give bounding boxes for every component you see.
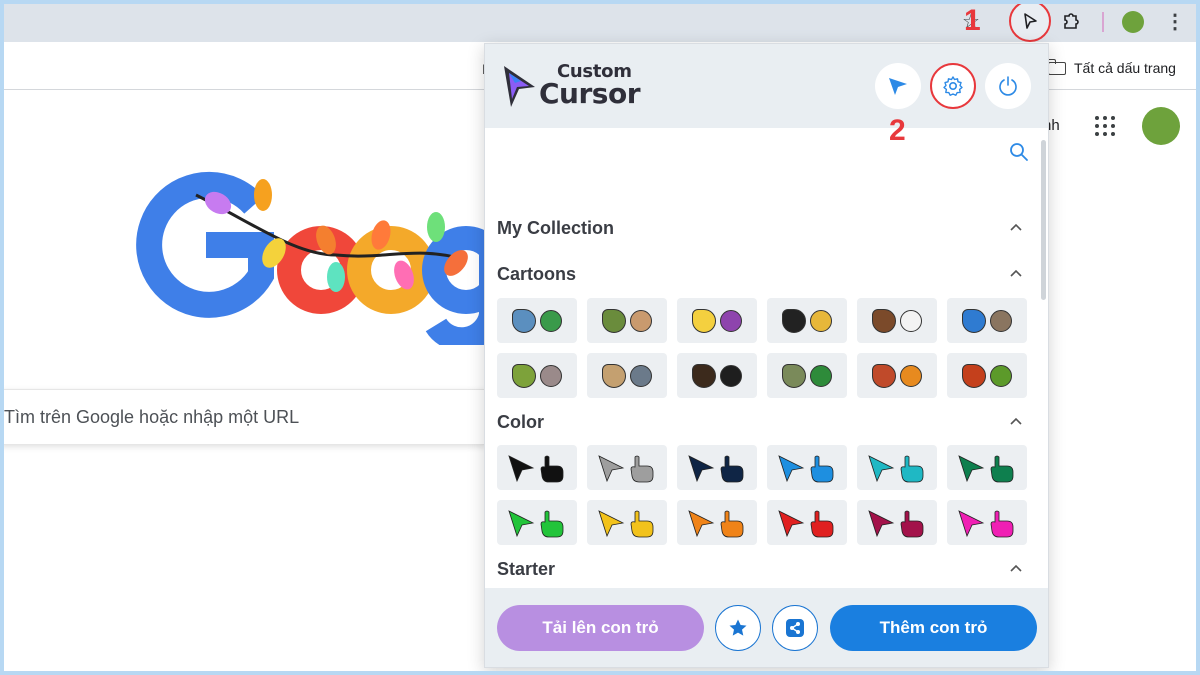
cartoon-cursor-tile[interactable] [587,353,667,398]
power-button[interactable] [985,63,1031,109]
cartoon-character-icon [782,308,806,333]
section-title-my-collection: My Collection [497,218,615,238]
color-cursor-tile[interactable] [587,445,667,490]
cartoon-character-icon [692,308,716,333]
cartoon-character-icon [900,364,922,387]
color-cursor-tile[interactable] [767,500,847,545]
color-grid [497,445,1027,545]
cartoon-cursor-tile[interactable] [947,353,1027,398]
upload-cursor-button[interactable]: Tải lên con trỏ [497,605,704,651]
cartoon-cursor-tile[interactable] [497,298,577,343]
cartoon-character-icon [512,363,536,388]
cartoon-character-icon [810,309,832,332]
cartoon-character-icon [540,309,562,332]
chevron-up-icon[interactable] [1009,414,1023,428]
cartoon-character-icon [720,309,742,332]
cartoon-character-icon [810,364,832,387]
google-apps-icon[interactable] [1095,116,1115,136]
custom-cursor-extension-button[interactable] [1009,0,1051,42]
cartoon-cursor-tile[interactable] [497,353,577,398]
step-number-1: 1 [964,4,981,37]
power-icon [999,76,1017,96]
cartoon-character-icon [540,364,562,387]
cartoon-character-icon [630,309,652,332]
color-cursor-tile[interactable] [767,445,847,490]
cartoon-cursor-tile[interactable] [587,298,667,343]
google-search-input[interactable]: Tìm trên Google hoặc nhập một URL [0,389,486,445]
share-button[interactable] [772,605,818,651]
logo-text-cursor: Cursor [539,77,641,110]
cartoon-cursor-tile[interactable] [947,298,1027,343]
step-number-2: 2 [889,114,906,147]
cartoon-cursor-tile[interactable] [677,298,757,343]
settings-button[interactable] [930,63,976,109]
cartoon-cursor-tile[interactable] [677,353,757,398]
chevron-up-icon[interactable] [1009,220,1023,234]
scrollbar[interactable] [1041,140,1046,300]
color-cursor-tile[interactable] [947,445,1027,490]
cartoon-cursor-tile[interactable] [767,298,847,343]
cursor-arrow-icon [1024,13,1037,29]
custom-cursor-logo: Custom Cursor [501,61,661,111]
logo-cursor-icon [504,66,535,107]
all-bookmarks-label: Tất cả dấu trang [1074,60,1176,76]
popup-header: Custom Cursor [485,44,1048,128]
section-title-starter: Starter [497,559,556,579]
toolbar-divider [1102,12,1104,32]
google-doodle-logo[interactable] [136,165,486,345]
color-cursor-tile[interactable] [497,500,577,545]
cartoon-character-icon [962,308,986,333]
cartoon-character-icon [782,363,806,388]
cartoon-character-icon [990,309,1012,332]
color-cursor-tile[interactable] [497,445,577,490]
color-cursor-tile[interactable] [677,445,757,490]
browser-toolbar: ☆ 1 ⋮ [0,0,1200,42]
popup-footer: Tải lên con trỏ Thêm con trỏ [485,588,1048,667]
cartoon-character-icon [990,364,1012,387]
cursor-mode-button[interactable] [875,63,921,109]
add-cursor-button[interactable]: Thêm con trỏ [830,605,1037,651]
kebab-menu-icon[interactable]: ⋮ [1160,6,1190,36]
favorites-button[interactable] [715,605,761,651]
share-icon [786,619,804,637]
cartoon-cursor-tile[interactable] [767,353,847,398]
cartoon-character-icon [720,364,742,387]
gear-icon [943,76,963,96]
color-cursor-tile[interactable] [587,500,667,545]
cartoon-character-icon [602,308,626,333]
extensions-puzzle-icon[interactable] [1056,6,1086,36]
cartoon-character-icon [872,363,896,388]
chevron-up-icon[interactable] [1009,561,1023,575]
section-title-color: Color [497,412,544,432]
cartoons-grid [497,298,1027,398]
cartoon-cursor-tile[interactable] [857,298,937,343]
all-bookmarks-button[interactable]: Tất cả dấu trang [1047,58,1176,76]
cartoon-character-icon [692,363,716,388]
cartoon-character-icon [512,308,536,333]
color-cursor-tile[interactable] [857,445,937,490]
section-title-cartoons: Cartoons [497,264,577,284]
cursor-collection-list[interactable]: My Collection Cartoons Color Starter [485,128,1048,588]
search-placeholder: Tìm trên Google hoặc nhập một URL [4,406,300,427]
color-cursor-tile[interactable] [947,500,1027,545]
cartoon-character-icon [602,363,626,388]
profile-avatar[interactable] [1122,11,1144,33]
color-cursor-tile[interactable] [677,500,757,545]
cartoon-character-icon [630,364,652,387]
custom-cursor-popup: Custom Cursor My Collection Cartoons Col… [484,43,1049,668]
cartoon-character-icon [962,363,986,388]
chevron-up-icon[interactable] [1009,266,1023,280]
cartoon-character-icon [872,308,896,333]
search-icon[interactable] [1009,142,1029,162]
folder-icon [1047,58,1066,75]
google-account-avatar[interactable] [1142,107,1180,145]
color-cursor-tile[interactable] [857,500,937,545]
cursor-icon [889,78,907,95]
cartoon-cursor-tile[interactable] [857,353,937,398]
star-icon [729,619,747,636]
cartoon-character-icon [900,309,922,332]
